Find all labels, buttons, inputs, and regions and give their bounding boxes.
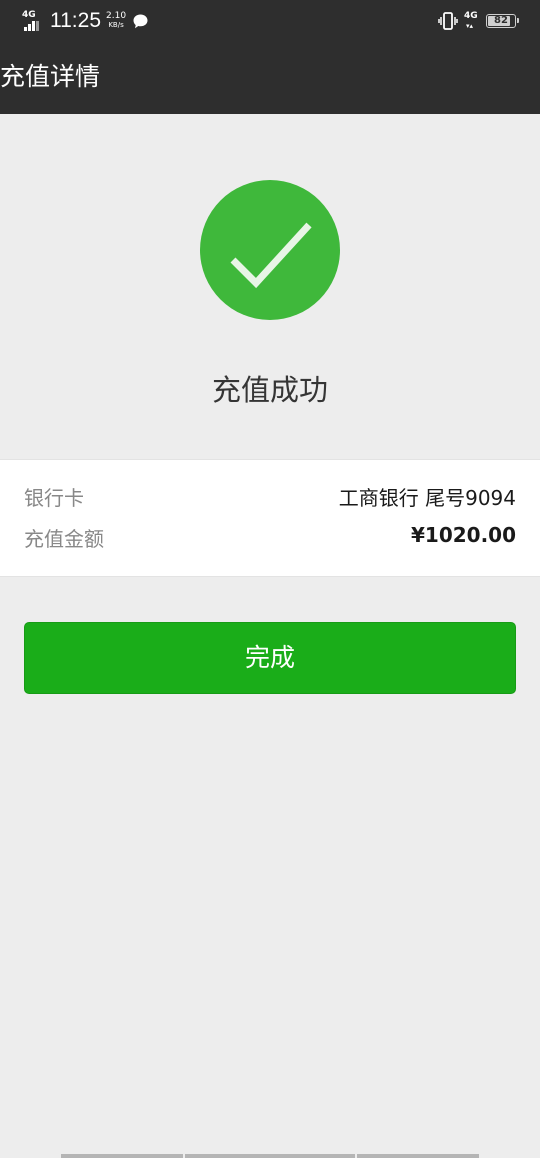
check-circle-icon	[200, 180, 340, 320]
nav-hint-middle	[185, 1154, 355, 1158]
status-left: 4G 11:25 2.10 KB/s	[22, 8, 149, 34]
success-message: 充值成功	[211, 373, 328, 407]
chat-notification-icon	[133, 14, 148, 28]
bank-card-label: 银行卡	[24, 486, 84, 510]
status-right: 4G ▾▴ 82	[438, 9, 519, 33]
network-speed: 2.10 KB/s	[106, 12, 126, 30]
network-speed-value: 2.10	[106, 11, 127, 21]
recharge-details: 银行卡 工商银行 尾号9094 充值金额 ¥1020.00	[0, 459, 540, 577]
vibrate-icon	[438, 12, 458, 30]
network-type-left: 4G	[22, 10, 36, 20]
nav-hint-right	[357, 1154, 479, 1158]
title-bar: 充值详情	[0, 42, 540, 114]
network-speed-unit: KB/s	[108, 21, 124, 29]
page-title: 充值详情	[0, 62, 101, 91]
clock-time: 11:25	[50, 9, 101, 32]
signal-icon: 4G	[22, 10, 46, 32]
data-arrows-icon: 4G ▾▴	[464, 11, 478, 30]
amount-value: ¥1020.00	[410, 523, 516, 547]
battery-icon: 82	[486, 14, 519, 28]
amount-label: 充值金额	[24, 527, 104, 551]
network-type-right: 4G	[464, 11, 478, 21]
nav-hint-left	[61, 1154, 183, 1158]
status-bar: 4G 11:25 2.10 KB/s 4G ▾▴ 82	[0, 0, 540, 42]
battery-level: 82	[494, 15, 508, 26]
done-button[interactable]: 完成	[24, 622, 516, 694]
bank-card-value: 工商银行 尾号9094	[338, 486, 516, 510]
